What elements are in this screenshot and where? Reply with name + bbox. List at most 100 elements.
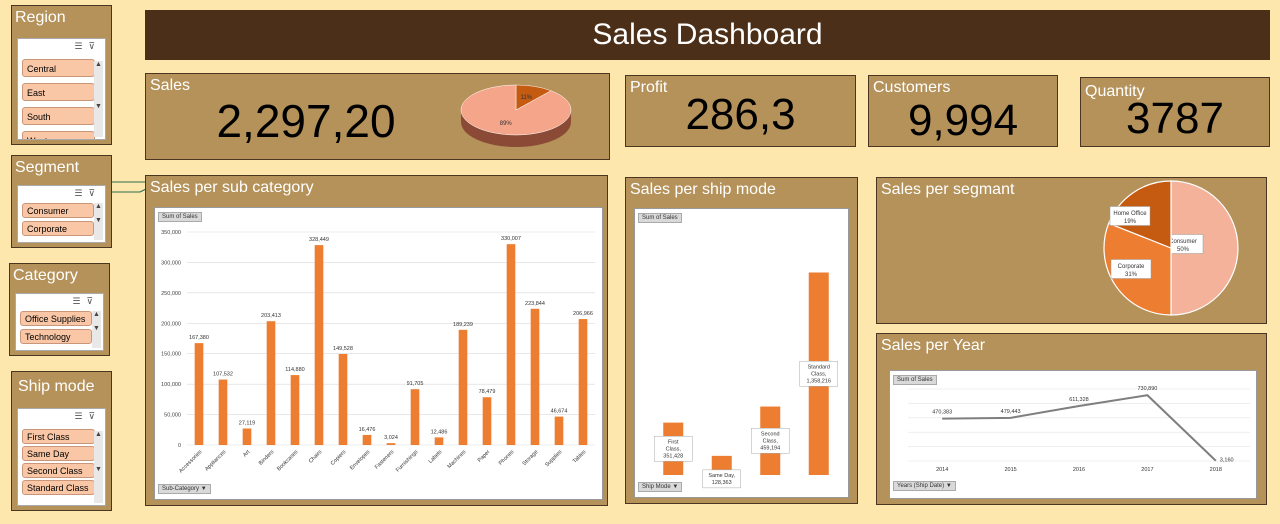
slicer-item-first-class[interactable]: First Class — [22, 429, 95, 444]
customers-kpi-value: 9,994 — [907, 96, 1019, 145]
y-tick-label: 100,000 — [161, 382, 181, 388]
x-tick-label: Supplies — [544, 449, 563, 468]
multiselect-icon[interactable]: ☰⊽ — [72, 296, 99, 307]
bar-data-label: 206,966 — [573, 311, 593, 317]
x-tick-label: Phones — [498, 449, 516, 467]
x-tick-label: Envelopes — [349, 449, 372, 472]
bar — [194, 343, 204, 445]
bar — [506, 244, 516, 445]
category-slicer-title: Category — [13, 267, 78, 284]
y-tick-label: 50,000 — [164, 413, 181, 419]
years-axis-button-label: Years (Ship Date) — [897, 483, 945, 489]
bar-data-label: 46,674 — [551, 409, 568, 415]
slicer-item-technology[interactable]: Technology — [20, 329, 92, 344]
x-tick-label: 2015 — [1004, 467, 1016, 473]
x-tick-label: Tables — [572, 449, 588, 465]
dashboard-title: Sales Dashboard — [145, 10, 1270, 60]
dropdown-icon: ▼ — [945, 483, 952, 489]
y-tick-label: 350,000 — [161, 230, 181, 236]
category-scrollbar[interactable]: ▲ ▼ — [92, 311, 101, 348]
multiselect-icon[interactable]: ☰⊽ — [74, 411, 101, 422]
bar — [314, 245, 324, 445]
bar-data-label: 114,880 — [285, 367, 304, 373]
slicer-item-second-class[interactable]: Second Class — [22, 463, 95, 478]
sales-kpi-label: Sales — [150, 77, 191, 94]
bar — [386, 443, 396, 445]
y-tick-label: 200,000 — [161, 321, 181, 327]
slicer-item-central[interactable]: Central — [22, 59, 95, 77]
shipmode-bar-chart: FirstClass,351,428Same Day,128,363Second… — [654, 272, 838, 489]
pie-slice — [460, 84, 572, 136]
slicer-item-corporate[interactable]: Corporate — [22, 221, 94, 236]
bar — [482, 397, 492, 445]
category-slicer: Category ☰⊽ Office Supplies Technology ▲… — [9, 263, 110, 356]
sub-category-axis-button[interactable]: Sub-Category ▼ — [158, 484, 211, 494]
shipmode-panel-title: Sales per ship mode — [630, 181, 776, 198]
ship-mode-axis-button-label: Ship Mode — [642, 484, 671, 490]
pie-category-label: Corporate — [1118, 264, 1145, 270]
slicer-item-office-supplies[interactable]: Office Supplies — [20, 311, 92, 326]
bar-data-label: 223,844 — [525, 301, 545, 307]
x-tick-label: Art — [242, 449, 252, 459]
bar-data-label: 328,449 — [309, 237, 329, 243]
multiselect-icon[interactable]: ☰⊽ — [74, 41, 101, 52]
sub-category-axis-button-label: Sub-Category — [162, 486, 200, 492]
x-tick-label: Copiers — [330, 449, 348, 467]
segment-slicer-title: Segment — [15, 159, 80, 176]
bar — [578, 319, 588, 445]
x-tick-label: Storage — [522, 449, 540, 467]
sales-kpi-value: 2,297,20 — [216, 95, 396, 147]
slicer-item-same-day[interactable]: Same Day — [22, 446, 95, 461]
bar-data-label: First — [668, 439, 679, 445]
customers-kpi-panel: Customers 9,994 — [868, 75, 1058, 147]
ship-mode-scrollbar[interactable]: ▲ ▼ — [94, 431, 103, 503]
year-line-chart: 470,383 2014 479,443 2015 611,328 2016 730,890… — [908, 386, 1250, 473]
slicer-item-south[interactable]: South — [22, 107, 95, 125]
segment-scrollbar[interactable]: ▲ ▼ — [94, 203, 103, 240]
ship-mode-axis-button[interactable]: Ship Mode ▼ — [638, 482, 683, 492]
shipmode-chart-area: Sum of Sales First Class, 351,428 Same Day,… — [634, 208, 849, 498]
bar — [410, 389, 420, 445]
y-tick-label: 0 — [178, 443, 181, 449]
bar-data-label: Standard — [808, 364, 830, 370]
slicer-item-standard-class[interactable]: Standard Class — [22, 480, 95, 495]
region-slicer-title: Region — [15, 9, 66, 26]
bar-data-label: Class, — [666, 446, 682, 452]
bar — [434, 437, 444, 445]
segment-panel-title: Sales per segmant — [881, 181, 1015, 198]
line-data-label: 479,443 — [1001, 409, 1021, 415]
customers-kpi-label: Customers — [873, 79, 951, 96]
slicer-item-west[interactable]: West — [22, 131, 95, 139]
ship-mode-slicer-title: Ship mode — [18, 378, 95, 395]
x-tick-label: Chairs — [308, 449, 324, 465]
x-tick-label: Appliances — [204, 449, 227, 472]
bar-data-label: 91,705 — [407, 381, 424, 387]
x-tick-label: 2018 — [1210, 467, 1222, 473]
bar — [530, 308, 540, 445]
slicer-item-consumer[interactable]: Consumer — [22, 203, 94, 218]
dropdown-icon: ▼ — [672, 484, 679, 490]
bar — [242, 428, 252, 445]
years-axis-button[interactable]: Years (Ship Date) ▼ — [893, 481, 956, 491]
bar — [554, 416, 564, 445]
sales-kpi-pie-chart: 11% 89% — [460, 84, 572, 147]
region-scrollbar[interactable]: ▲ ▼ — [94, 61, 103, 137]
pie-percent-label: 50% — [1177, 247, 1190, 253]
subcat-panel: Sales per sub category Sum of Sales 0 50,… — [145, 175, 608, 506]
x-tick-label: Bookcases — [276, 449, 299, 472]
slicer-item-east[interactable]: East — [22, 83, 95, 101]
bar-data-label: Class, — [811, 371, 827, 377]
bar-data-label: 128,363 — [712, 480, 732, 486]
bar-data-label: 203,413 — [261, 313, 281, 319]
bar-data-label: 351,428 — [663, 453, 683, 459]
profit-kpi-panel: Profit 286,3 — [625, 75, 856, 147]
subcat-panel-title: Sales per sub category — [150, 179, 314, 196]
multiselect-icon[interactable]: ☰⊽ — [74, 188, 101, 199]
bar-data-label: 78,479 — [479, 389, 496, 395]
y-tick-label: 150,000 — [161, 352, 181, 358]
subcat-bar-chart: 0 50,000 100,000 150,000 200,000 250,000 300,0… — [161, 230, 595, 474]
pie-data-label: 89% — [500, 121, 513, 127]
year-chart-area: Sum of Sales 470,383 2014 479,443 2015 611,3… — [889, 370, 1257, 499]
bar-data-label: 330,007 — [501, 236, 521, 242]
line-data-label: 3,160 — [1220, 458, 1234, 464]
